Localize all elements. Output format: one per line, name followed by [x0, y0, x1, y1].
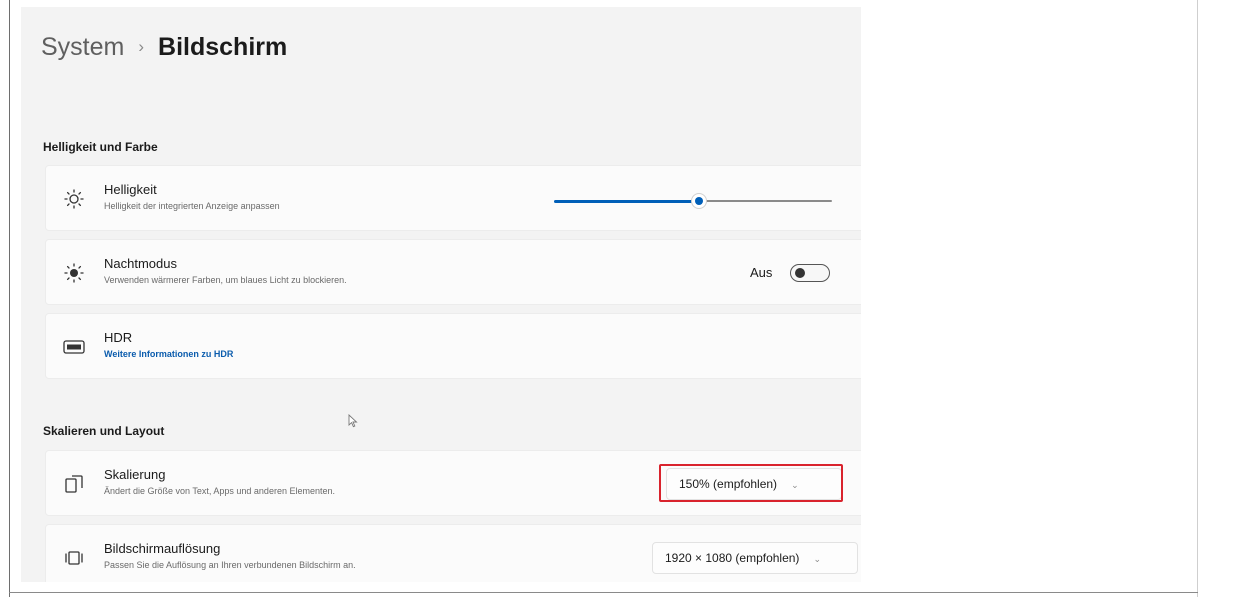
- night-mode-label: Nachtmodus: [104, 256, 177, 271]
- brightness-card[interactable]: Helligkeit Helligkeit der integrierten A…: [45, 165, 861, 231]
- resolution-description: Passen Sie die Auflösung an Ihren verbun…: [104, 560, 356, 570]
- resolution-value: 1920 × 1080 (empfohlen): [665, 551, 800, 565]
- frame-right-border: [1197, 0, 1198, 597]
- breadcrumb-separator: ›: [138, 37, 145, 56]
- hdr-card[interactable]: HDR Weitere Informationen zu HDR ›: [45, 313, 861, 379]
- scaling-icon: [62, 473, 86, 495]
- hdr-label: HDR: [104, 330, 133, 345]
- scaling-description: Ändert die Größe von Text, Apps und ande…: [104, 486, 335, 496]
- frame-left-border: [9, 0, 10, 597]
- brightness-slider[interactable]: [554, 193, 832, 209]
- highlight-box: [659, 464, 843, 502]
- brightness-slider-track: [699, 200, 832, 202]
- breadcrumb-parent[interactable]: System: [41, 33, 124, 61]
- night-mode-state: Aus: [750, 265, 773, 280]
- toggle-knob: [795, 268, 805, 278]
- night-mode-toggle[interactable]: [790, 264, 830, 282]
- hdr-info-link[interactable]: Weitere Informationen zu HDR: [104, 349, 233, 359]
- brightness-slider-thumb[interactable]: [691, 193, 707, 209]
- page-title: Bildschirm: [158, 33, 288, 61]
- scaling-label: Skalierung: [104, 467, 166, 482]
- mouse-cursor-icon: [348, 413, 358, 433]
- night-light-icon: [62, 262, 86, 284]
- resolution-card[interactable]: Bildschirmauflösung Passen Sie die Auflö…: [45, 524, 861, 582]
- resolution-label: Bildschirmauflösung: [104, 541, 221, 556]
- night-mode-description: Verwenden wärmerer Farben, um blaues Lic…: [104, 275, 347, 285]
- chevron-down-icon[interactable]: ›: [860, 194, 861, 198]
- section-heading-brightness-color: Helligkeit und Farbe: [43, 140, 158, 154]
- hdr-icon: [62, 336, 86, 358]
- resolution-icon: [62, 547, 86, 569]
- night-mode-card[interactable]: Nachtmodus Verwenden wärmerer Farben, um…: [45, 239, 861, 305]
- brightness-slider-fill: [554, 200, 699, 203]
- brightness-description: Helligkeit der integrierten Anzeige anpa…: [104, 201, 280, 211]
- sun-icon: [62, 188, 86, 210]
- section-heading-scale-layout: Skalieren und Layout: [43, 424, 165, 438]
- breadcrumb: System › Bildschirm: [41, 33, 287, 62]
- frame-bottom-border: [9, 592, 1198, 593]
- chevron-down-icon: ⌄: [813, 554, 821, 564]
- brightness-label: Helligkeit: [104, 182, 157, 197]
- resolution-dropdown[interactable]: 1920 × 1080 (empfohlen) ⌄: [652, 542, 858, 574]
- settings-panel: System › Bildschirm Helligkeit und Farbe H…: [21, 7, 861, 582]
